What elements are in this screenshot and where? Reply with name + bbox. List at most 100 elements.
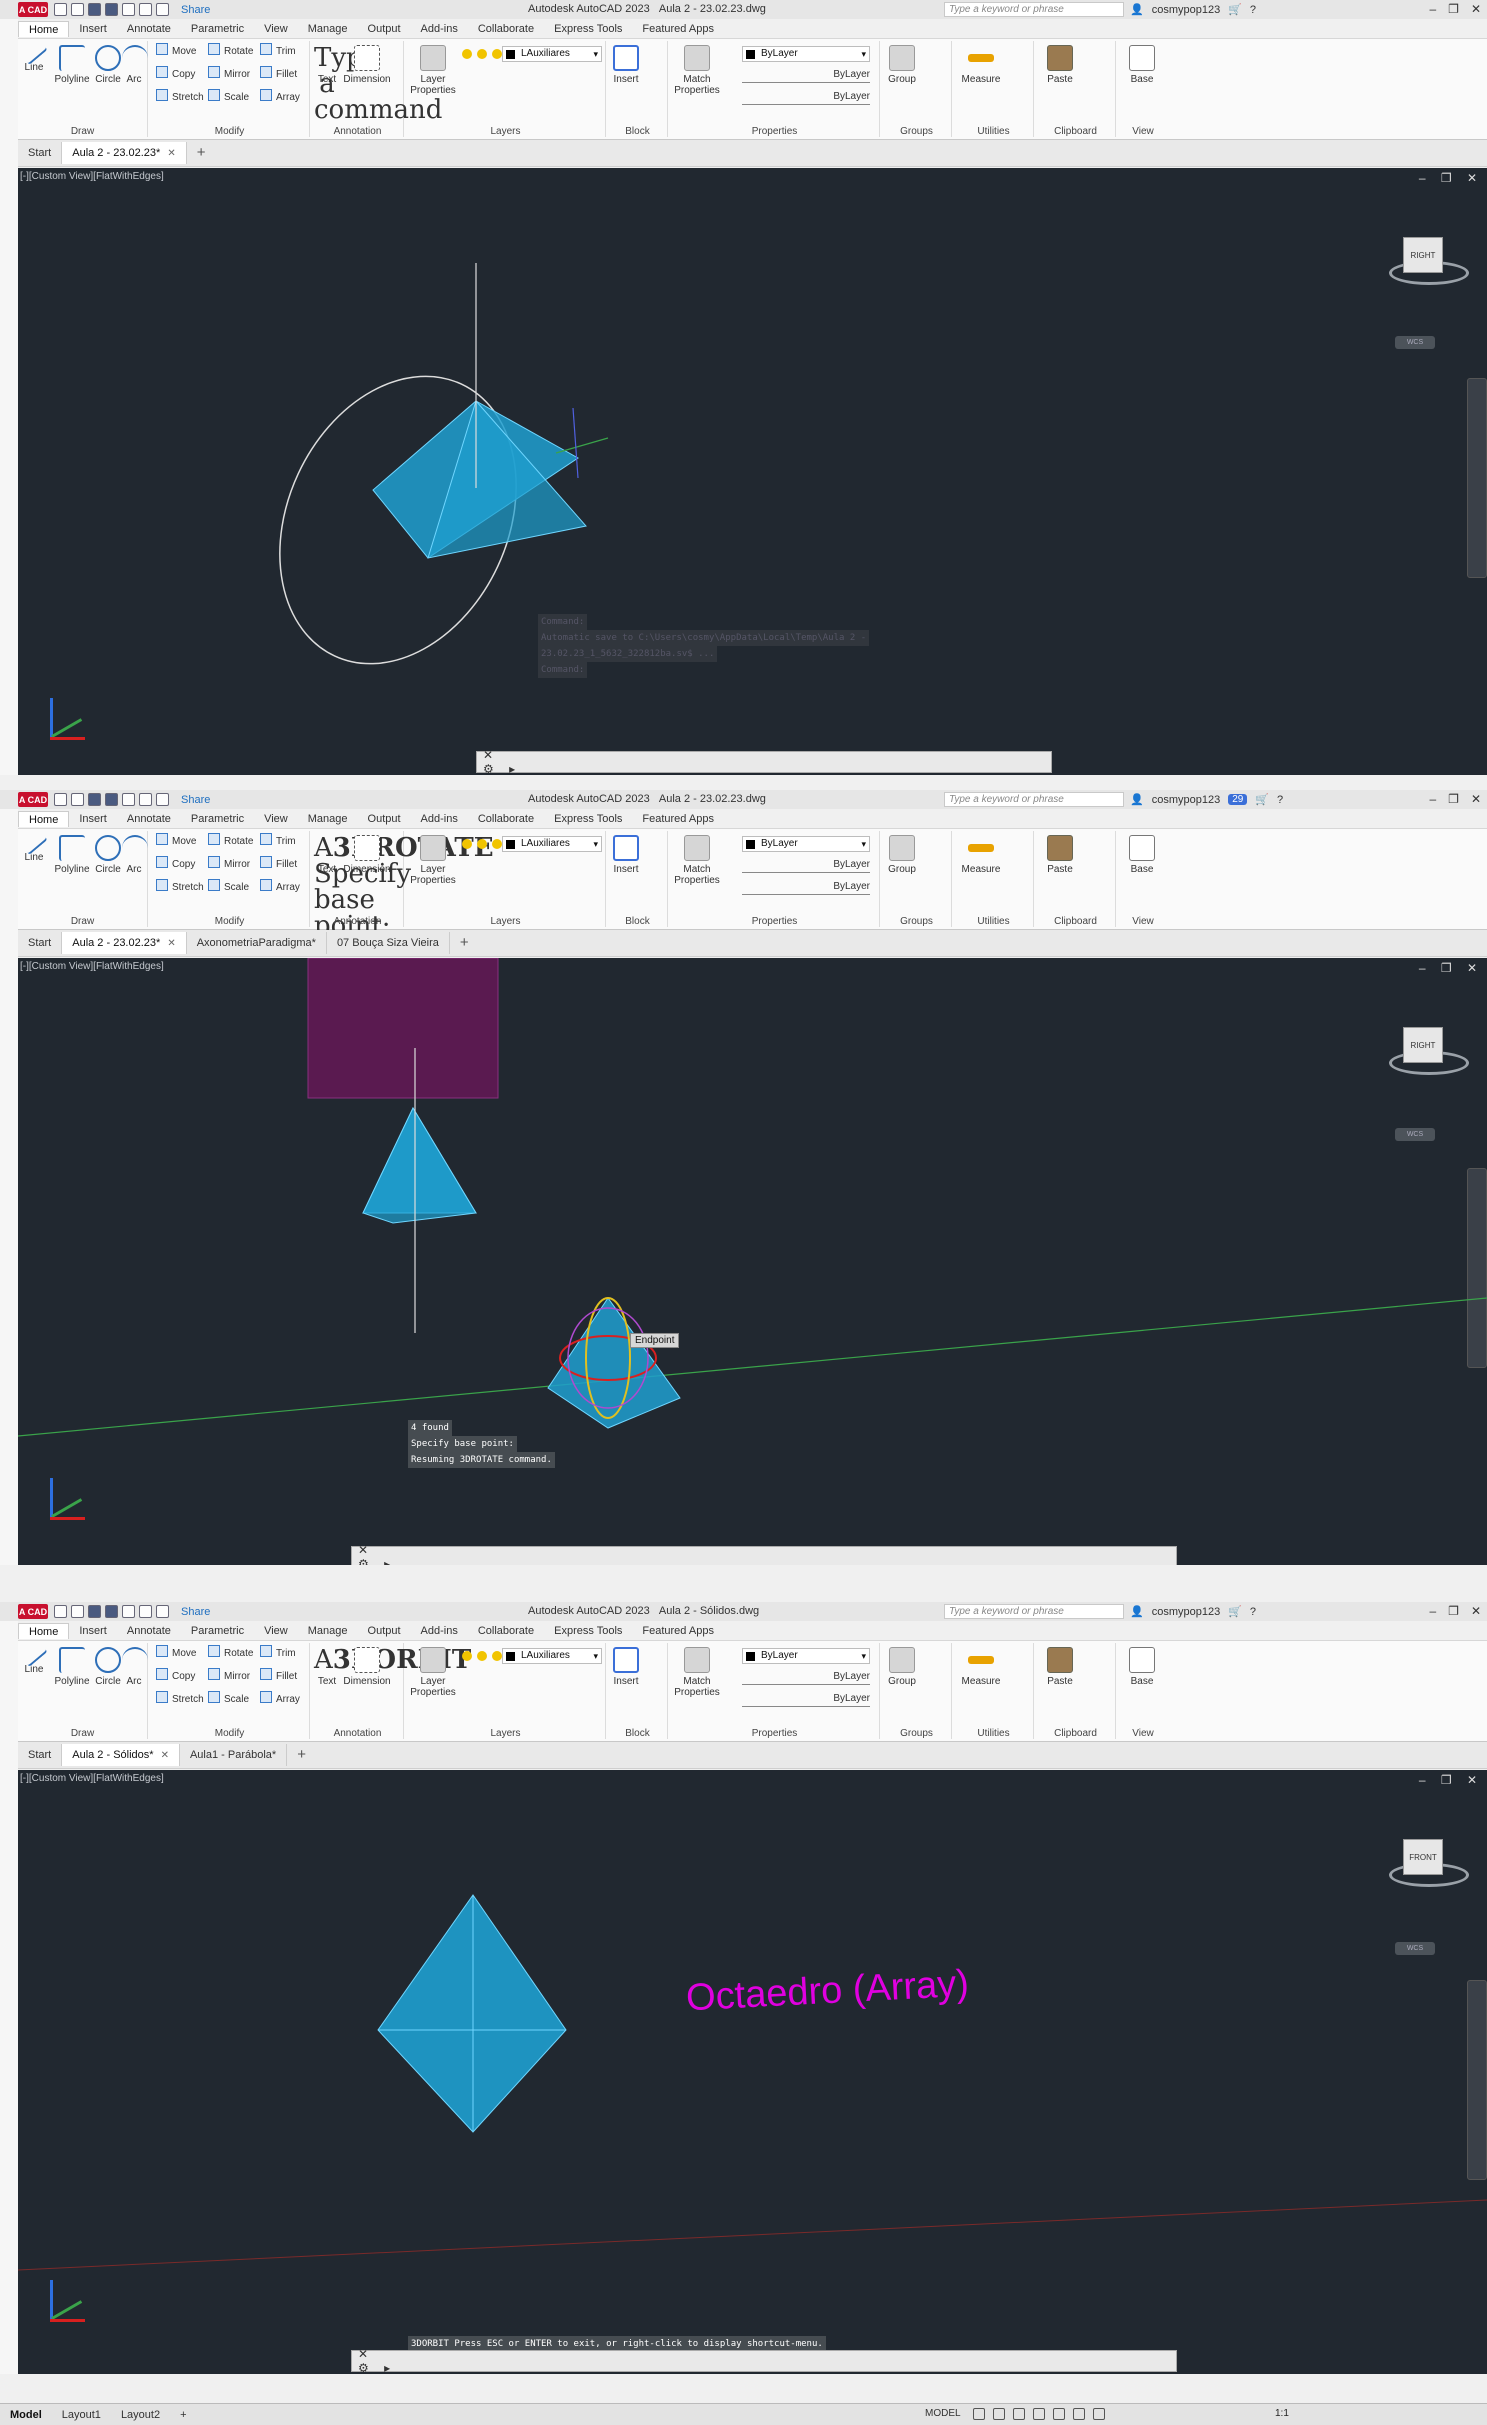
copy-button[interactable]: Copy <box>156 853 204 876</box>
file-tab[interactable]: Aula 2 - 23.02.23* ✕ <box>62 142 187 164</box>
ribbon-tab-collaborate[interactable]: Collaborate <box>468 1623 544 1639</box>
insert-tool[interactable]: Insert <box>610 835 642 875</box>
paste-tool[interactable]: Paste <box>1042 45 1078 85</box>
ribbon-tab-manage[interactable]: Manage <box>298 21 358 37</box>
rotate-button[interactable]: Rotate <box>208 1642 253 1665</box>
layer-on-icon[interactable] <box>462 839 472 849</box>
arc-tool[interactable]: Arc <box>122 45 148 85</box>
ribbon-tab-parametric[interactable]: Parametric <box>181 811 254 827</box>
ribbon-tab-express-tools[interactable]: Express Tools <box>544 1623 632 1639</box>
layout1-tab[interactable]: Layout1 <box>52 2409 111 2421</box>
search-input[interactable]: Type a keyword or phrase <box>944 2 1124 17</box>
command-line-controls[interactable]: ✕ ⚙ ▸ <box>477 748 523 775</box>
fillet-button[interactable]: Fillet <box>260 63 300 86</box>
insert-tool[interactable]: Insert <box>610 45 642 85</box>
cart-icon[interactable]: 🛒 <box>1228 3 1242 16</box>
match-properties-tool[interactable]: Match Properties <box>672 1647 722 1698</box>
fillet-button[interactable]: Fillet <box>260 853 300 876</box>
cart-icon[interactable]: 🛒 <box>1255 793 1269 806</box>
save-icon[interactable] <box>88 1605 101 1618</box>
search-input[interactable]: Type a keyword or phrase <box>944 792 1124 807</box>
paste-tool[interactable]: Paste <box>1042 835 1078 875</box>
dimension-tool[interactable]: Dimension <box>342 835 392 875</box>
save-as-icon[interactable] <box>105 1605 118 1618</box>
layer-properties-tool[interactable]: Layer Properties <box>408 1647 458 1698</box>
grid-icon[interactable] <box>973 2408 985 2420</box>
utilities-group-label[interactable]: Utilities <box>954 1728 1033 1739</box>
block-group-label[interactable]: Block <box>608 916 667 927</box>
layout2-tab[interactable]: Layout2 <box>111 2409 170 2421</box>
scale-button[interactable]: Scale <box>208 1688 253 1711</box>
rotate-button[interactable]: Rotate <box>208 830 253 853</box>
text-tool[interactable]: Type a command Text <box>314 45 442 123</box>
group-tool[interactable]: Group <box>886 45 918 85</box>
dimension-tool[interactable]: Dimension <box>342 1647 392 1687</box>
color-dropdown[interactable]: ByLayer <box>742 1648 870 1664</box>
copy-button[interactable]: Copy <box>156 1665 204 1688</box>
clipboard-group-label[interactable]: Clipboard <box>1036 126 1115 137</box>
save-as-icon[interactable] <box>105 3 118 16</box>
group-tool[interactable]: Group <box>886 835 918 875</box>
ribbon-tab-parametric[interactable]: Parametric <box>181 21 254 37</box>
new-tab-button[interactable]: + <box>187 142 216 164</box>
lineweight-dropdown[interactable]: ByLayer <box>742 89 870 105</box>
ribbon-tab-manage[interactable]: Manage <box>298 811 358 827</box>
layer-on-icon[interactable] <box>462 49 472 59</box>
snap-icon[interactable] <box>993 2408 1005 2420</box>
arc-tool[interactable]: Arc <box>122 835 148 875</box>
annotation-scale-icon[interactable] <box>1093 2408 1105 2420</box>
minimize-icon[interactable]: – <box>1429 792 1436 806</box>
user-area[interactable]: 👤 cosmypop123 29 🛒? <box>1130 793 1283 807</box>
properties-group-label[interactable]: Properties <box>670 916 879 927</box>
app-logo[interactable]: A CAD <box>18 1604 48 1619</box>
file-tab[interactable]: Start <box>18 932 63 954</box>
polyline-tool[interactable]: Polyline <box>52 1647 92 1687</box>
view-group-label[interactable]: View <box>1118 916 1168 927</box>
share-button[interactable]: Share <box>181 4 210 16</box>
match-properties-tool[interactable]: Match Properties <box>672 835 722 886</box>
ribbon-tab-express-tools[interactable]: Express Tools <box>544 21 632 37</box>
layer-dropdown[interactable]: LAuxiliares <box>502 1648 602 1664</box>
linetype-dropdown[interactable]: ByLayer <box>742 857 870 873</box>
ribbon-tab-view[interactable]: View <box>254 21 298 37</box>
open-icon[interactable] <box>71 793 84 806</box>
minimize-icon[interactable]: – <box>1429 2 1436 16</box>
insert-tool[interactable]: Insert <box>610 1647 642 1687</box>
file-tab[interactable]: Aula1 - Parábola* <box>180 1744 288 1766</box>
new-tab-button[interactable]: + <box>450 932 479 954</box>
close-tab-icon[interactable]: ✕ <box>167 938 175 949</box>
redo-icon[interactable] <box>156 793 169 806</box>
view-group-label[interactable]: View <box>1118 126 1168 137</box>
array-button[interactable]: Array <box>260 876 300 899</box>
text-tool[interactable]: A3DORBIT Text <box>314 1647 471 1687</box>
ribbon-tab-featured-apps[interactable]: Featured Apps <box>632 1623 724 1639</box>
trim-button[interactable]: Trim <box>260 1642 300 1665</box>
annotation-scale[interactable]: 1:1 <box>1275 2408 1289 2419</box>
plot-icon[interactable] <box>122 1605 135 1618</box>
help-icon[interactable]: ? <box>1250 4 1256 16</box>
new-tab-button[interactable]: + <box>287 1744 316 1766</box>
app-logo[interactable]: A CAD <box>18 792 48 807</box>
trim-button[interactable]: Trim <box>260 830 300 853</box>
ribbon-tab-view[interactable]: View <box>254 1623 298 1639</box>
viewport[interactable]: [-][Custom View][FlatWithEdges] – ❐ ✕ RI… <box>18 958 1487 1565</box>
new-icon[interactable] <box>54 793 67 806</box>
mirror-button[interactable]: Mirror <box>208 1665 253 1688</box>
layer-properties-tool[interactable]: Layer Properties <box>408 835 458 886</box>
annotation-group-label[interactable]: Annotation <box>312 1728 403 1739</box>
polyline-tool[interactable]: Polyline <box>52 835 92 875</box>
color-dropdown[interactable]: ByLayer <box>742 836 870 852</box>
file-tab[interactable]: Start <box>18 1744 63 1766</box>
minimize-icon[interactable]: – <box>1429 1604 1436 1618</box>
layers-group-label[interactable]: Layers <box>406 126 605 137</box>
stretch-button[interactable]: Stretch <box>156 876 204 899</box>
ribbon-tab-collaborate[interactable]: Collaborate <box>468 811 544 827</box>
add-layout-button[interactable]: + <box>170 2409 196 2421</box>
close-icon[interactable]: ✕ <box>1471 2 1481 16</box>
base-tool[interactable]: Base <box>1124 45 1160 85</box>
close-icon[interactable]: ✕ <box>1471 792 1481 806</box>
paste-tool[interactable]: Paste <box>1042 1647 1078 1687</box>
ribbon-tab-annotate[interactable]: Annotate <box>117 21 181 37</box>
base-tool[interactable]: Base <box>1124 1647 1160 1687</box>
utilities-group-label[interactable]: Utilities <box>954 126 1033 137</box>
